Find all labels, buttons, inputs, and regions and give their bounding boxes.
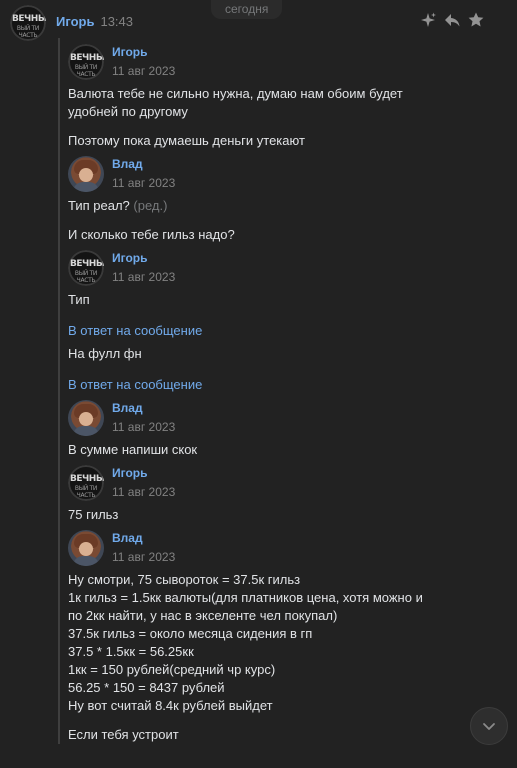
message-actions bbox=[419, 11, 485, 29]
message-text: На фулл фн bbox=[68, 346, 142, 361]
avatar[interactable] bbox=[68, 156, 104, 192]
message-body: Тип реал? bbox=[68, 198, 130, 213]
sender-name[interactable]: Игорь bbox=[56, 14, 94, 29]
forwarded-header: Влад 11 авг 2023 bbox=[68, 530, 508, 566]
message-text: В сумме напиши скок bbox=[68, 442, 198, 457]
avatar-logo-text: ВЕЧНЫ bbox=[70, 474, 104, 484]
avatar[interactable] bbox=[68, 530, 104, 566]
forwarded-date[interactable]: 11 авг 2023 bbox=[112, 420, 175, 434]
message-text: Если тебя устроит bbox=[68, 727, 179, 742]
avatar-logo-text: ВЕЧНЫ bbox=[70, 53, 104, 63]
avatar-logo-subtext: ВЫЙ ТИ ЧАСТЬ bbox=[74, 485, 98, 499]
message-text: 75 гильз bbox=[68, 507, 119, 522]
forwarded-date[interactable]: 11 авг 2023 bbox=[112, 64, 175, 78]
message-text: Валюта тебе не сильно нужна, думаю нам о… bbox=[68, 86, 403, 119]
avatar-logo-text: ВЕЧНЫ bbox=[12, 14, 46, 24]
forwarded-sender[interactable]: Влад bbox=[112, 401, 175, 416]
avatar[interactable]: ВЕЧНЫ ВЫЙ ТИ ЧАСТЬ bbox=[10, 5, 46, 41]
scroll-down-button[interactable] bbox=[470, 707, 508, 745]
forwarded-header: Влад 11 авг 2023 bbox=[68, 156, 508, 192]
forwarded-header: ВЕЧНЫ ВЫЙ ТИ ЧАСТЬ Игорь 11 авг 2023 bbox=[68, 250, 508, 286]
forwarded-header: ВЕЧНЫ ВЫЙ ТИ ЧАСТЬ Игорь 11 авг 2023 bbox=[68, 465, 508, 501]
avatar[interactable]: ВЕЧНЫ ВЫЙ ТИ ЧАСТЬ bbox=[68, 250, 104, 286]
avatar-logo-subtext: ВЫЙ ТИ ЧАСТЬ bbox=[74, 64, 98, 78]
message-header: ВЕЧНЫ ВЫЙ ТИ ЧАСТЬ Игорь 13:43 bbox=[10, 5, 133, 41]
avatar[interactable]: ВЕЧНЫ ВЫЙ ТИ ЧАСТЬ bbox=[68, 465, 104, 501]
message-time[interactable]: 13:43 bbox=[100, 14, 133, 29]
message-text: Тип bbox=[68, 292, 90, 307]
star-icon[interactable] bbox=[467, 11, 485, 29]
message-text: Поэтому пока думаешь деньги утекают bbox=[68, 133, 305, 148]
chevron-down-icon bbox=[483, 723, 495, 730]
sparkle-icon[interactable] bbox=[419, 11, 437, 29]
reply-icon[interactable] bbox=[443, 11, 461, 29]
date-divider: сегодня bbox=[211, 0, 283, 19]
forwarded-sender[interactable]: Игорь bbox=[112, 466, 175, 481]
message-text: Ну смотри, 75 сывороток = 37.5к гильз 1к… bbox=[68, 572, 423, 713]
avatar-logo-text: ВЕЧНЫ bbox=[70, 259, 104, 269]
avatar[interactable]: ВЕЧНЫ ВЫЙ ТИ ЧАСТЬ bbox=[68, 44, 104, 80]
reply-to-message-link[interactable]: В ответ на сообщение bbox=[68, 376, 508, 394]
forwarded-header: ВЕЧНЫ ВЫЙ ТИ ЧАСТЬ Игорь 11 авг 2023 bbox=[68, 44, 508, 80]
forwarded-sender[interactable]: Игорь bbox=[112, 45, 175, 60]
forwarded-sender[interactable]: Влад bbox=[112, 531, 175, 546]
forwarded-date[interactable]: 11 авг 2023 bbox=[112, 270, 175, 284]
forwarded-date[interactable]: 11 авг 2023 bbox=[112, 550, 175, 564]
forwarded-header: Влад 11 авг 2023 bbox=[68, 400, 508, 436]
forwarded-sender[interactable]: Игорь bbox=[112, 251, 175, 266]
avatar[interactable] bbox=[68, 400, 104, 436]
forwarded-messages: ВЕЧНЫ ВЫЙ ТИ ЧАСТЬ Игорь 11 авг 2023 Валюта … bbox=[58, 38, 508, 744]
message-text: И сколько тебе гильз надо? bbox=[68, 227, 235, 242]
forwarded-date[interactable]: 11 авг 2023 bbox=[112, 176, 175, 190]
avatar-logo-subtext: ВЫЙ ТИ ЧАСТЬ bbox=[74, 270, 98, 284]
avatar-logo-subtext: ВЫЙ ТИ ЧАСТЬ bbox=[16, 25, 40, 39]
message-text: Тип реал? (ред.) bbox=[68, 197, 508, 215]
forwarded-sender[interactable]: Влад bbox=[112, 157, 175, 172]
reply-to-message-link[interactable]: В ответ на сообщение bbox=[68, 322, 508, 340]
forwarded-date[interactable]: 11 авг 2023 bbox=[112, 485, 175, 499]
edited-label: (ред.) bbox=[129, 198, 168, 213]
